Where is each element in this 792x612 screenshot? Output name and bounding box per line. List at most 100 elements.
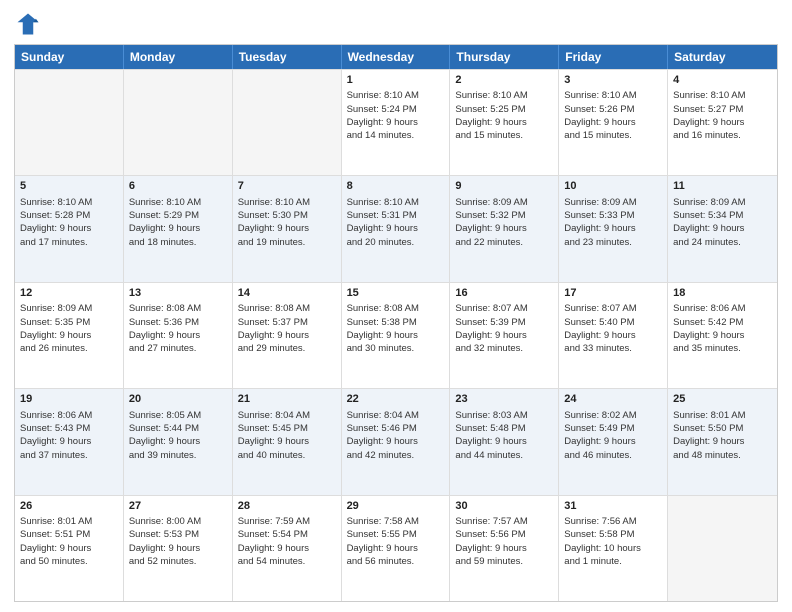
calendar-cell: 3Sunrise: 8:10 AMSunset: 5:26 PMDaylight… (559, 70, 668, 175)
day-info: Sunrise: 8:01 AM (673, 409, 772, 422)
day-number: 26 (20, 499, 118, 514)
day-number: 30 (455, 499, 553, 514)
day-info: and 39 minutes. (129, 449, 227, 462)
day-info: Sunrise: 8:08 AM (238, 302, 336, 315)
day-info: and 56 minutes. (347, 555, 445, 568)
calendar-cell: 24 Sunrise: 8:02 AMSunset: 5:49 PMDayligh… (559, 389, 668, 494)
day-number: 17 (564, 286, 662, 301)
day-info: Daylight: 9 hours (20, 222, 118, 235)
calendar-row: 5Sunrise: 8:10 AMSunset: 5:28 PMDaylight… (15, 175, 777, 281)
day-info: Sunrise: 8:10 AM (238, 196, 336, 209)
day-info: and 37 minutes. (20, 449, 118, 462)
day-number: 24 (564, 392, 662, 407)
day-info: Sunrise: 8:09 AM (20, 302, 118, 315)
day-info: and 33 minutes. (564, 342, 662, 355)
logo (14, 10, 46, 38)
day-number: 21 (238, 392, 336, 407)
day-number: 8 (347, 179, 445, 194)
day-info: Sunset: 5:50 PM (673, 422, 772, 435)
day-info: Daylight: 9 hours (20, 329, 118, 342)
day-info: and 16 minutes. (673, 129, 772, 142)
day-info: Daylight: 9 hours (673, 222, 772, 235)
day-number: 19 (20, 392, 118, 407)
day-info: Sunset: 5:38 PM (347, 316, 445, 329)
day-info: Sunrise: 8:10 AM (347, 196, 445, 209)
day-number: 1 (347, 73, 445, 88)
day-info: Daylight: 9 hours (564, 116, 662, 129)
calendar-cell: 20Sunrise: 8:05 AMSunset: 5:44 PMDayligh… (124, 389, 233, 494)
day-info: Sunset: 5:33 PM (564, 209, 662, 222)
day-info: and 14 minutes. (347, 129, 445, 142)
day-info: and 46 minutes. (564, 449, 662, 462)
day-info: Sunrise: 8:10 AM (455, 89, 553, 102)
day-number: 14 (238, 286, 336, 301)
day-info: Sunset: 5:40 PM (564, 316, 662, 329)
calendar-cell: 21Sunrise: 8:04 AMSunset: 5:45 PMDayligh… (233, 389, 342, 494)
day-info: and 44 minutes. (455, 449, 553, 462)
calendar-cell: 17Sunrise: 8:07 AMSunset: 5:40 PMDayligh… (559, 283, 668, 388)
calendar-row: 1Sunrise: 8:10 AMSunset: 5:24 PMDaylight… (15, 69, 777, 175)
day-info: Sunset: 5:32 PM (455, 209, 553, 222)
day-info: and 22 minutes. (455, 236, 553, 249)
calendar-cell (668, 496, 777, 601)
weekday-header: Monday (124, 45, 233, 69)
day-info: Daylight: 9 hours (564, 435, 662, 448)
day-info: and 23 minutes. (564, 236, 662, 249)
day-info: Sunset: 5:46 PM (347, 422, 445, 435)
day-number: 2 (455, 73, 553, 88)
calendar-cell: 25Sunrise: 8:01 AMSunset: 5:50 PMDayligh… (668, 389, 777, 494)
day-info: Sunrise: 8:08 AM (347, 302, 445, 315)
day-number: 5 (20, 179, 118, 194)
day-info: Sunset: 5:34 PM (673, 209, 772, 222)
day-info: Sunset: 5:54 PM (238, 528, 336, 541)
day-info: and 20 minutes. (347, 236, 445, 249)
day-info: and 26 minutes. (20, 342, 118, 355)
weekday-header: Friday (559, 45, 668, 69)
day-info: Sunrise: 8:07 AM (455, 302, 553, 315)
day-info: Daylight: 9 hours (673, 329, 772, 342)
day-info: Daylight: 9 hours (564, 222, 662, 235)
calendar-cell: 5Sunrise: 8:10 AMSunset: 5:28 PMDaylight… (15, 176, 124, 281)
day-number: 10 (564, 179, 662, 194)
day-info: Daylight: 9 hours (238, 542, 336, 555)
day-info: Sunrise: 7:56 AM (564, 515, 662, 528)
day-info: Sunrise: 8:02 AM (564, 409, 662, 422)
calendar-cell: 28Sunrise: 7:59 AMSunset: 5:54 PMDayligh… (233, 496, 342, 601)
day-info: Sunset: 5:55 PM (347, 528, 445, 541)
day-info: Sunrise: 8:04 AM (238, 409, 336, 422)
calendar-cell: 27Sunrise: 8:00 AMSunset: 5:53 PMDayligh… (124, 496, 233, 601)
weekday-header: Sunday (15, 45, 124, 69)
calendar-cell (15, 70, 124, 175)
day-info: Daylight: 9 hours (20, 542, 118, 555)
day-info: and 50 minutes. (20, 555, 118, 568)
logo-icon (14, 10, 42, 38)
day-info: Sunset: 5:28 PM (20, 209, 118, 222)
day-info: Sunset: 5:35 PM (20, 316, 118, 329)
day-info: Sunrise: 7:58 AM (347, 515, 445, 528)
day-info: Daylight: 9 hours (347, 329, 445, 342)
day-info: and 40 minutes. (238, 449, 336, 462)
day-info: Sunrise: 8:10 AM (564, 89, 662, 102)
day-number: 31 (564, 499, 662, 514)
day-info: Sunset: 5:56 PM (455, 528, 553, 541)
calendar-cell: 14Sunrise: 8:08 AMSunset: 5:37 PMDayligh… (233, 283, 342, 388)
calendar-cell: 13Sunrise: 8:08 AMSunset: 5:36 PMDayligh… (124, 283, 233, 388)
day-info: and 29 minutes. (238, 342, 336, 355)
day-info: and 35 minutes. (673, 342, 772, 355)
day-info: Daylight: 9 hours (564, 329, 662, 342)
day-info: Sunrise: 8:10 AM (129, 196, 227, 209)
day-info: Sunset: 5:48 PM (455, 422, 553, 435)
day-info: and 30 minutes. (347, 342, 445, 355)
day-info: and 48 minutes. (673, 449, 772, 462)
day-info: Daylight: 9 hours (129, 222, 227, 235)
day-info: and 42 minutes. (347, 449, 445, 462)
day-info: Sunset: 5:53 PM (129, 528, 227, 541)
day-number: 6 (129, 179, 227, 194)
calendar-cell: 8Sunrise: 8:10 AMSunset: 5:31 PMDaylight… (342, 176, 451, 281)
day-info: Daylight: 10 hours (564, 542, 662, 555)
day-info: Sunset: 5:27 PM (673, 103, 772, 116)
day-number: 7 (238, 179, 336, 194)
day-number: 12 (20, 286, 118, 301)
day-info: Sunset: 5:49 PM (564, 422, 662, 435)
calendar-cell: 15Sunrise: 8:08 AMSunset: 5:38 PMDayligh… (342, 283, 451, 388)
